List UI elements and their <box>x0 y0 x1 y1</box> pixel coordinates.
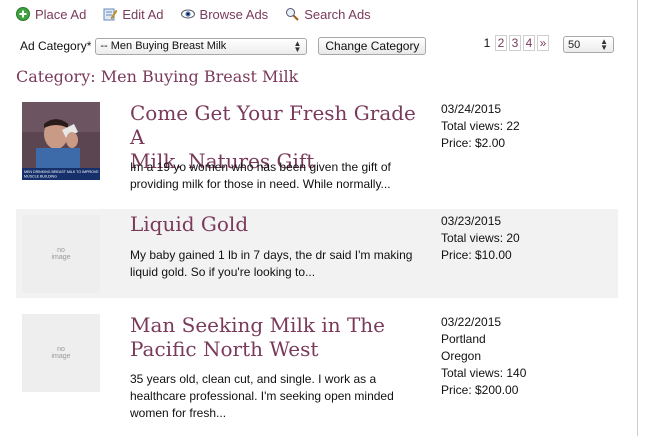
next-page-link[interactable]: » <box>537 35 549 51</box>
no-image-placeholder[interactable]: no image <box>22 215 100 293</box>
no-image-text: image <box>51 254 71 261</box>
listing-city: Portland <box>441 332 486 346</box>
listing-description: Im a 19 yo women who has been given the … <box>130 159 430 193</box>
thumb-caption-1: MEN DRINKING BREAST MILK TO IMPROVE <box>24 170 99 174</box>
page-link-3[interactable]: 3 <box>509 35 521 51</box>
select-arrows-icon: ▲ ▼ <box>600 37 608 52</box>
listing-meta: 03/22/2015 Portland Oregon Total views: … <box>441 314 611 399</box>
title-line: Man Seeking Milk in The <box>130 313 386 337</box>
edit-pencil-icon <box>103 7 118 21</box>
edit-ad-link[interactable]: Edit Ad <box>103 6 164 22</box>
title-line: Pacific North West <box>130 337 319 361</box>
place-ad-label: Place Ad <box>35 6 87 22</box>
listing-description: My baby gained 1 lb in 7 days, the dr sa… <box>130 247 430 281</box>
listing-meta: 03/24/2015 Total views: 22 Price: $2.00 <box>441 101 611 152</box>
category-select-value: -- Men Buying Breast Milk <box>100 40 227 52</box>
listing-date: 03/24/2015 <box>441 102 502 116</box>
category-filter: Ad Category* -- Men Buying Breast Milk ▲… <box>20 36 427 56</box>
category-heading: Category: Men Buying Breast Milk <box>16 67 299 86</box>
edit-ad-label: Edit Ad <box>122 6 164 22</box>
search-ads-label: Search Ads <box>304 6 371 22</box>
browse-ads-label: Browse Ads <box>199 6 269 22</box>
listing-price: Price: $2.00 <box>441 136 506 150</box>
per-page-value: 50 <box>568 38 581 51</box>
no-image-text: no <box>57 346 65 353</box>
listing-photo[interactable]: MEN DRINKING BREAST MILK TO IMPROVE MUSC… <box>22 102 100 180</box>
listing-price: Price: $10.00 <box>441 248 512 262</box>
desc-line: Im a 19 yo women who has been given the … <box>130 160 391 174</box>
no-image-text: no <box>57 247 65 254</box>
listing-title[interactable]: Man Seeking Milk in The Pacific North We… <box>130 313 430 361</box>
browse-ads-link[interactable]: Browse Ads <box>180 6 269 22</box>
current-page: 1 <box>483 36 491 50</box>
page-border <box>637 0 638 436</box>
per-page-select[interactable]: 50 ▲ ▼ <box>563 36 614 53</box>
desc-line: 35 years old, clean cut, and single. I w… <box>130 372 377 386</box>
desc-line: healthcare professional. I'm seeking ope… <box>130 389 394 403</box>
listing-state: Oregon <box>441 349 482 363</box>
listing-views: Total views: 20 <box>441 231 520 245</box>
page-link-2[interactable]: 2 <box>495 35 507 51</box>
top-navigation: Place Ad Edit Ad Browse Ads Search Ads <box>16 4 388 24</box>
listing-row: no image Liquid Gold My baby gained 1 lb… <box>16 209 618 298</box>
desc-line: providing milk for those in need. While … <box>130 177 391 191</box>
category-label: Ad Category* <box>20 39 92 53</box>
listing-date: 03/23/2015 <box>441 214 502 228</box>
listing-row: no image Man Seeking Milk in The Pacific… <box>16 305 618 436</box>
page-link-4[interactable]: 4 <box>523 35 535 51</box>
eye-icon <box>180 7 195 21</box>
place-ad-link[interactable]: Place Ad <box>16 7 86 22</box>
listing-views: Total views: 22 <box>441 119 520 133</box>
search-ads-link[interactable]: Search Ads <box>285 7 371 22</box>
listing-views: Total views: 140 <box>441 366 527 380</box>
listing-date: 03/22/2015 <box>441 315 502 329</box>
change-category-button[interactable]: Change Category <box>318 37 427 55</box>
desc-line: liquid gold. So if you're looking to... <box>130 265 316 279</box>
select-arrows-icon: ▲ ▼ <box>293 38 302 54</box>
desc-line: women for fresh... <box>130 406 227 420</box>
thumb-caption-2: MUSCLE BUILDING <box>24 175 57 179</box>
no-image-placeholder[interactable]: no image <box>22 314 100 392</box>
title-line: Liquid Gold <box>130 212 249 236</box>
listing-row: MEN DRINKING BREAST MILK TO IMPROVE MUSC… <box>16 96 618 202</box>
desc-line: My baby gained 1 lb in 7 days, the dr sa… <box>130 248 413 262</box>
title-line: Come Get Your Fresh Grade A <box>130 101 416 149</box>
pagination: 1 2 3 4 » <box>481 34 549 52</box>
magnifier-icon <box>285 7 299 21</box>
plus-circle-icon <box>16 7 30 21</box>
listing-title[interactable]: Liquid Gold <box>130 212 430 236</box>
listing-meta: 03/23/2015 Total views: 20 Price: $10.00 <box>441 213 611 264</box>
no-image-text: image <box>51 353 71 360</box>
category-select[interactable]: -- Men Buying Breast Milk ▲ ▼ <box>95 37 308 55</box>
photo-man-drinking-milk: MEN DRINKING BREAST MILK TO IMPROVE MUSC… <box>22 102 100 180</box>
listing-price: Price: $200.00 <box>441 383 519 397</box>
listing-description: 35 years old, clean cut, and single. I w… <box>130 371 430 422</box>
